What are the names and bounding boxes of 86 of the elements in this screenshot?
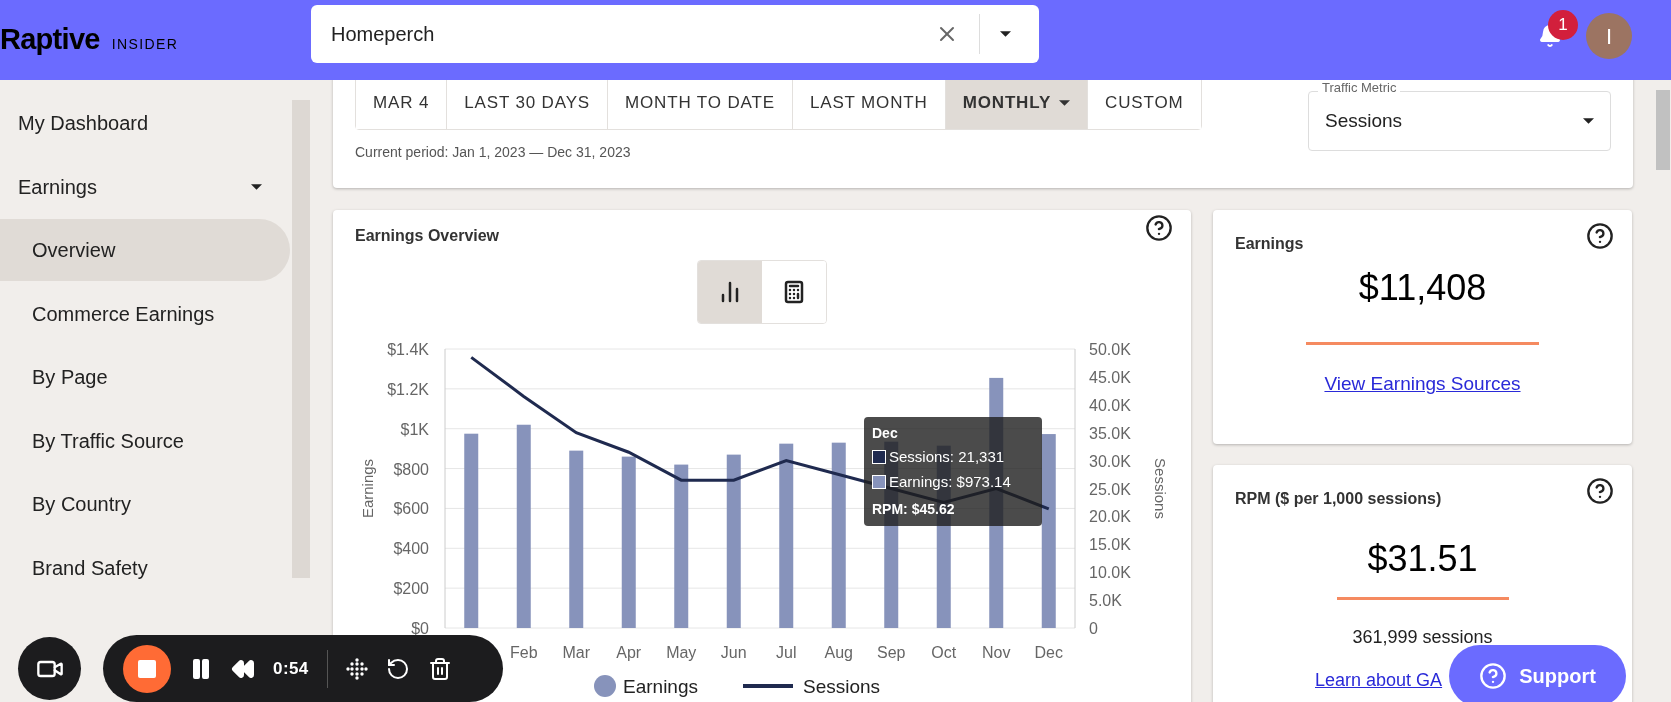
y-axis-label: $600: [393, 500, 429, 518]
current-period-text: Current period: Jan 1, 2023 — Dec 31, 2023: [355, 143, 632, 162]
card-title: RPM ($ per 1,000 sessions): [1235, 489, 1443, 509]
y-axis-label: 45.0K: [1089, 368, 1131, 386]
y-axis-label: 20.0K: [1089, 508, 1131, 526]
card-title: Earnings Overview: [355, 226, 501, 246]
y-axis-label: $200: [393, 580, 429, 598]
earnings-bar[interactable]: [1041, 434, 1056, 628]
rpm-value: $31.51: [1367, 541, 1478, 577]
y-axis-label: 35.0K: [1089, 424, 1131, 442]
x-axis-label: Aug: [824, 644, 853, 661]
y-axis-label: 25.0K: [1089, 480, 1131, 498]
expand-caret-icon: [251, 183, 262, 190]
help-icon[interactable]: [1586, 222, 1614, 250]
sidebar-item[interactable]: Overview: [0, 219, 290, 281]
view-earnings-sources-link[interactable]: View Earnings Sources: [1324, 370, 1521, 399]
legend-swatch: [872, 450, 886, 465]
y-axis-title: Sessions: [1152, 458, 1169, 519]
stop-button[interactable]: [123, 644, 171, 693]
y-axis-label: 10.0K: [1089, 564, 1131, 582]
card-title: Earnings: [1235, 234, 1305, 254]
y-axis-label: $1.4K: [387, 341, 429, 358]
sidebar-scrollbar[interactable]: [292, 100, 310, 578]
legend-label[interactable]: Sessions: [803, 676, 881, 697]
logo-subtitle: INSIDER: [111, 35, 179, 55]
tooltip-title: Dec: [872, 424, 899, 443]
tooltip-row-text: Earnings: $973.14: [889, 471, 1011, 492]
sidebar-item[interactable]: Commerce Earnings: [0, 282, 290, 345]
x-axis-label: Jul: [776, 644, 797, 661]
search-value: Homeperch: [331, 22, 436, 47]
period-tab[interactable]: CUSTOM: [1087, 80, 1201, 129]
tooltip-footer: RPM: $45.62: [872, 499, 1034, 520]
y-axis-label: 15.0K: [1089, 536, 1131, 554]
x-axis-label: May: [666, 644, 697, 661]
user-avatar[interactable]: I: [1586, 13, 1632, 59]
y-axis-label: 40.0K: [1089, 396, 1131, 414]
y-axis-label: 30.0K: [1089, 452, 1131, 470]
sidebar-item[interactable]: Brand Safety: [0, 536, 290, 599]
y-axis-title: Earnings: [359, 458, 376, 519]
sidebar-item[interactable]: By Country: [0, 473, 290, 535]
x-axis-label: Nov: [982, 644, 1011, 661]
support-button[interactable]: Support: [1449, 645, 1626, 702]
x-axis-label: Oct: [931, 644, 957, 661]
earnings-value: $11,408: [1358, 270, 1487, 306]
x-axis-label: Dec: [1034, 644, 1063, 661]
caret-icon: [1059, 99, 1071, 106]
legend-swatch: [872, 474, 886, 489]
legend-marker: [743, 684, 793, 688]
y-axis-label: $400: [393, 540, 429, 558]
stop-icon: [138, 659, 156, 678]
x-axis-label: Mar: [562, 644, 591, 661]
y-axis-label: 0: [1089, 620, 1098, 637]
help-icon: [1479, 662, 1508, 690]
field-label: Traffic Metric: [1318, 81, 1401, 94]
learn-about-ga-link[interactable]: Learn about GA: [1315, 667, 1443, 694]
sidebar-item[interactable]: By Traffic Source: [0, 409, 290, 472]
view-toggle-button[interactable]: [698, 261, 762, 323]
calculator-icon: [782, 280, 806, 304]
help-icon[interactable]: [1586, 477, 1614, 505]
x-axis-label: Sep: [877, 644, 906, 661]
sidebar-item[interactable]: Earnings: [0, 155, 290, 218]
notification-badge: 1: [1548, 10, 1578, 40]
x-axis-label: Jun: [720, 644, 747, 661]
help-icon[interactable]: [1145, 214, 1173, 242]
logo[interactable]: Raptive: [0, 18, 100, 62]
caret-icon: [1583, 118, 1594, 124]
dropdown-caret-icon: [1000, 31, 1011, 37]
y-axis-label: $1.2K: [387, 380, 429, 398]
undo-icon[interactable]: [385, 656, 410, 681]
dot-grid-icon[interactable]: [345, 657, 368, 680]
y-axis-label: $0: [411, 620, 429, 637]
x-axis-label: Feb: [509, 644, 538, 661]
y-axis-label: 50.0K: [1089, 341, 1131, 358]
y-axis-label: 5.0K: [1089, 592, 1122, 610]
period-tab[interactable]: MONTHLY: [944, 80, 1088, 129]
legend-marker: [594, 675, 616, 697]
sidebar-item[interactable]: My Dashboard: [0, 92, 290, 154]
tooltip-row-text: Sessions: 21,331: [889, 447, 1005, 467]
sidebar-item[interactable]: By Page: [0, 346, 290, 408]
x-axis-label: Apr: [616, 644, 642, 661]
y-axis-label: $800: [393, 460, 429, 478]
site-search-field[interactable]: Homeperch: [311, 5, 1039, 63]
recording-time: 0:54: [273, 657, 309, 680]
y-axis-label: $1K: [400, 420, 429, 438]
trash-icon[interactable]: [427, 656, 452, 681]
legend-label[interactable]: Earnings: [623, 676, 698, 697]
